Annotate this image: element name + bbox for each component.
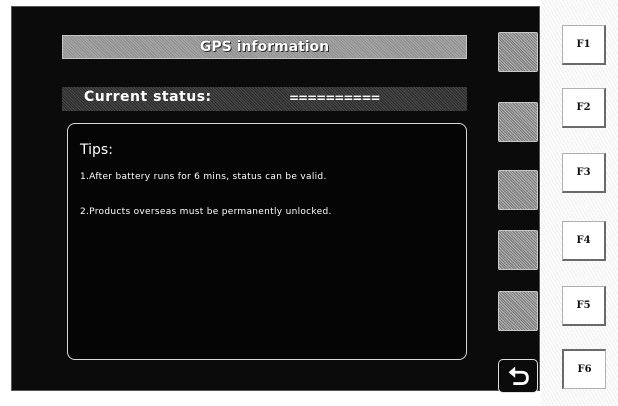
f4-key[interactable]: F4 (562, 221, 606, 261)
status-value: ========== (289, 91, 381, 105)
status-row: Current status: ========== (62, 87, 467, 111)
soft-button-3[interactable] (498, 170, 538, 210)
soft-button-4[interactable] (498, 230, 538, 270)
display-screen: GPS information Current status: ========… (11, 6, 540, 393)
soft-button-2[interactable] (498, 102, 538, 142)
status-label: Current status: (84, 89, 212, 105)
page-title: GPS information (199, 39, 330, 55)
tip-item-1: 1.After battery runs for 6 mins, status … (80, 172, 327, 182)
tips-heading: Tips: (80, 142, 113, 158)
tip-item-2: 2.Products overseas must be permanently … (80, 207, 332, 217)
f3-key[interactable]: F3 (562, 153, 606, 193)
f2-key[interactable]: F2 (562, 88, 606, 128)
device-panel: GPS information Current status: ========… (0, 0, 618, 406)
back-button[interactable] (498, 359, 538, 393)
tips-panel: Tips: 1.After battery runs for 6 mins, s… (67, 123, 467, 360)
return-arrow-icon (508, 366, 529, 385)
title-bar: GPS information (62, 35, 467, 59)
f6-key[interactable]: F6 (562, 349, 606, 389)
soft-button-1[interactable] (498, 32, 538, 72)
soft-button-5[interactable] (498, 291, 538, 331)
f1-key[interactable]: F1 (562, 25, 606, 65)
f5-key[interactable]: F5 (562, 286, 606, 326)
